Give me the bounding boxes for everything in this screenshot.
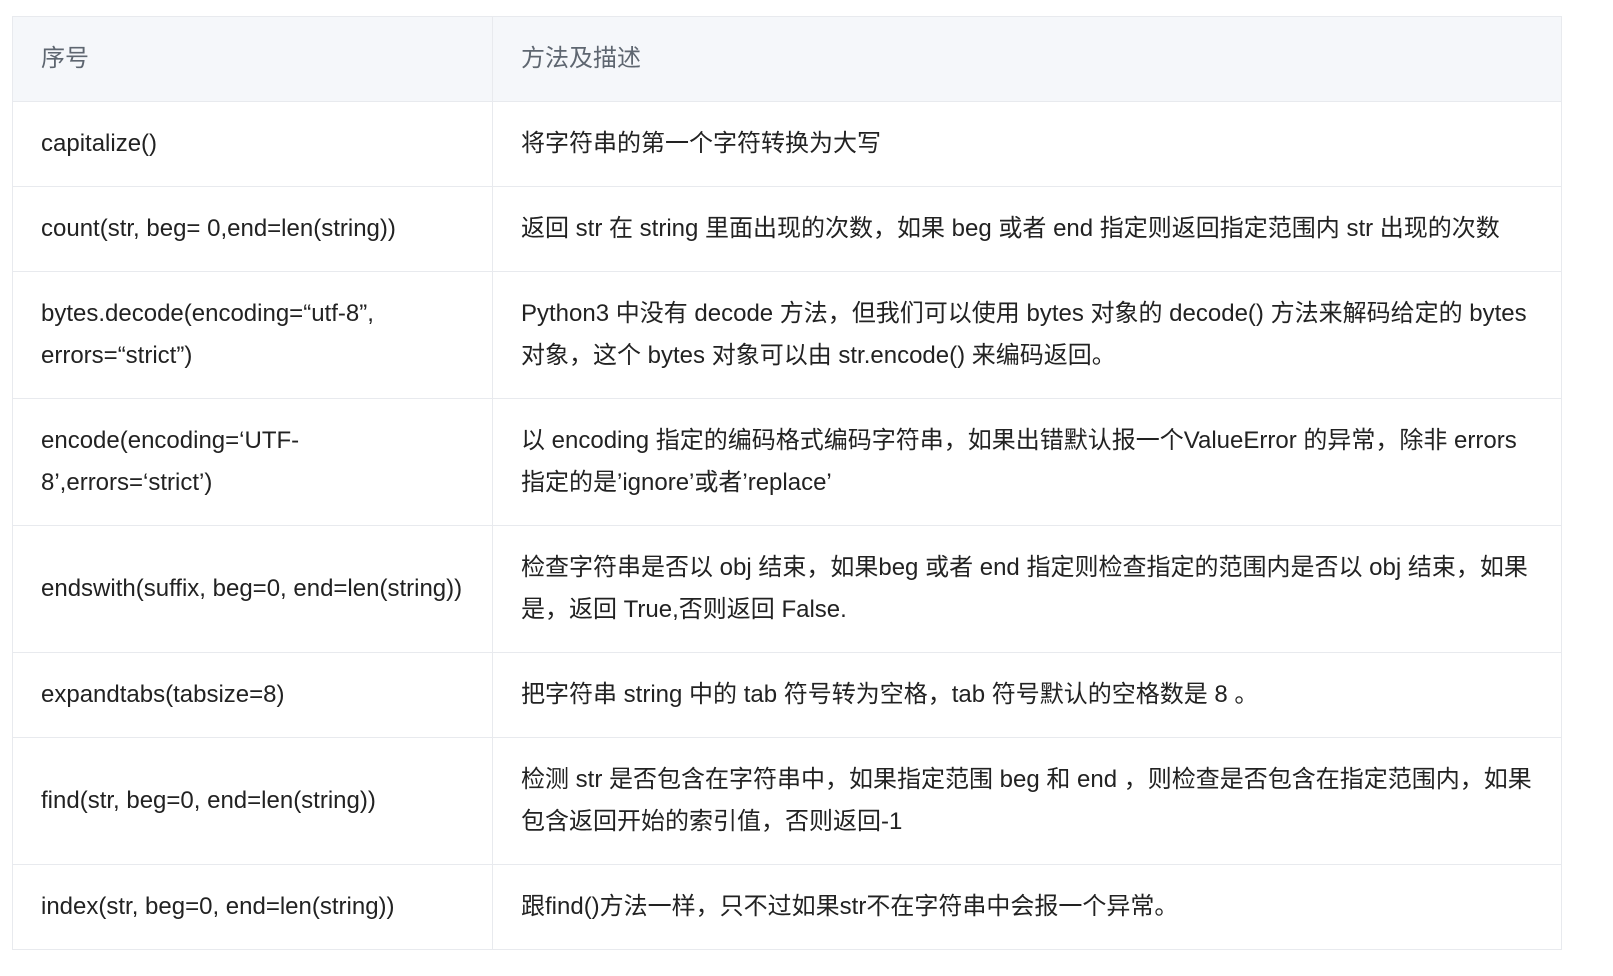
method-cell: encode(encoding=‘UTF-8’,errors=‘strict’) [12,398,493,526]
table-row: endswith(suffix, beg=0, end=len(string))… [12,525,1562,653]
header-row: 序号 方法及描述 [12,16,1562,102]
description-cell: Python3 中没有 decode 方法，但我们可以使用 bytes 对象的 … [492,271,1562,399]
table-row: count(str, beg= 0,end=len(string)) 返回 st… [12,186,1562,272]
table-row: index(str, beg=0, end=len(string)) 跟find… [12,864,1562,950]
table-header: 序号 方法及描述 [12,16,1562,102]
method-cell: expandtabs(tabsize=8) [12,652,493,738]
table-row: encode(encoding=‘UTF-8’,errors=‘strict’)… [12,398,1562,526]
method-cell: endswith(suffix, beg=0, end=len(string)) [12,525,493,653]
description-cell: 检查字符串是否以 obj 结束，如果beg 或者 end 指定则检查指定的范围内… [492,525,1562,653]
table-row: capitalize() 将字符串的第一个字符转换为大写 [12,101,1562,187]
description-cell: 返回 str 在 string 里面出现的次数，如果 beg 或者 end 指定… [492,186,1562,272]
table-row: bytes.decode(encoding=“utf-8”, errors=“s… [12,271,1562,399]
description-cell: 检测 str 是否包含在字符串中，如果指定范围 beg 和 end ，则检查是否… [492,737,1562,865]
table-row: expandtabs(tabsize=8) 把字符串 string 中的 tab… [12,652,1562,738]
table-row: find(str, beg=0, end=len(string)) 检测 str… [12,737,1562,865]
header-method-description: 方法及描述 [492,16,1562,102]
header-index: 序号 [12,16,493,102]
methods-table-container: 序号 方法及描述 capitalize() 将字符串的第一个字符转换为大写 co… [12,16,1562,950]
method-cell: index(str, beg=0, end=len(string)) [12,864,493,950]
description-cell: 跟find()方法一样，只不过如果str不在字符串中会报一个异常。 [492,864,1562,950]
methods-table: 序号 方法及描述 capitalize() 将字符串的第一个字符转换为大写 co… [12,16,1562,950]
table-body: capitalize() 将字符串的第一个字符转换为大写 count(str, … [12,101,1562,950]
method-cell: capitalize() [12,101,493,187]
description-cell: 以 encoding 指定的编码格式编码字符串，如果出错默认报一个ValueEr… [492,398,1562,526]
method-cell: count(str, beg= 0,end=len(string)) [12,186,493,272]
description-cell: 将字符串的第一个字符转换为大写 [492,101,1562,187]
method-cell: find(str, beg=0, end=len(string)) [12,737,493,865]
method-cell: bytes.decode(encoding=“utf-8”, errors=“s… [12,271,493,399]
description-cell: 把字符串 string 中的 tab 符号转为空格，tab 符号默认的空格数是 … [492,652,1562,738]
